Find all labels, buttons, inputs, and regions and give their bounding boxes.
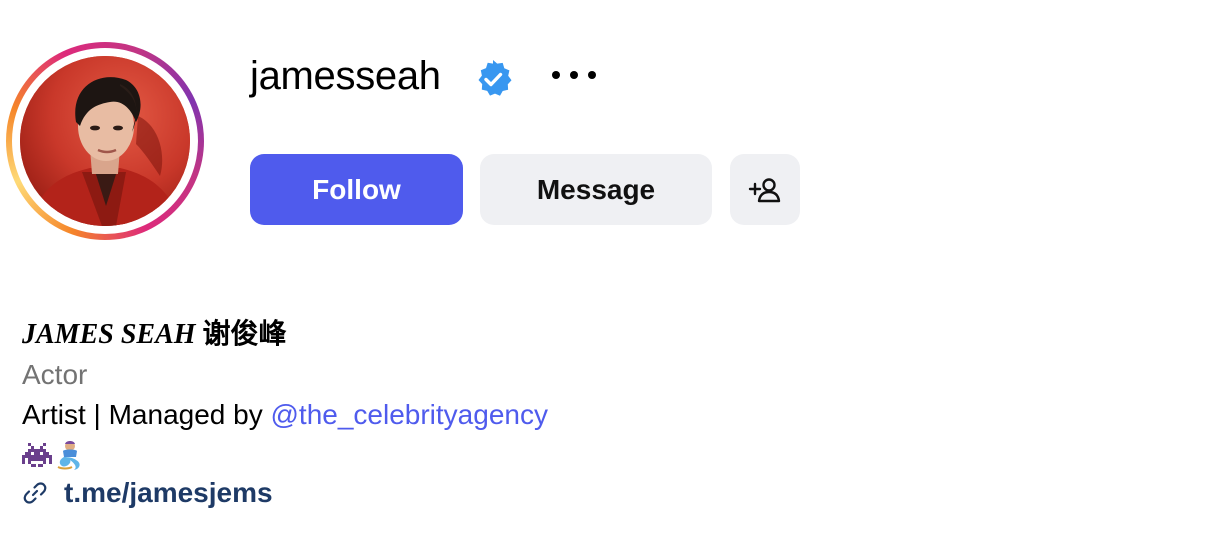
follow-button[interactable]: Follow (250, 154, 463, 225)
link-icon (23, 482, 47, 504)
bio-link-row: t.me/jamesjems (22, 473, 548, 513)
bio-external-link[interactable]: t.me/jamesjems (64, 473, 273, 513)
suggested-accounts-button[interactable] (730, 154, 800, 225)
message-button[interactable]: Message (480, 154, 712, 225)
bio-emoji-row (22, 435, 548, 475)
profile-username: jamesseah (250, 54, 441, 98)
bio-description: Artist | Managed by @the_celebrityagency (22, 395, 548, 435)
avatar[interactable] (20, 56, 190, 226)
alien-monster-emoji-icon (22, 443, 52, 467)
genie-emoji-icon (57, 441, 80, 470)
bio-name-latin: JAMES SEAH (22, 319, 196, 350)
profile-bio: JAMES SEAH 谢俊峰 Actor Artist | Managed by… (22, 314, 548, 513)
bio-name-chinese: 谢俊峰 (202, 317, 287, 350)
avatar-illustration (20, 56, 190, 226)
more-options-icon[interactable] (546, 60, 602, 90)
bio-display-name: JAMES SEAH 谢俊峰 (22, 314, 548, 355)
story-ring[interactable] (6, 42, 204, 240)
bio-mention-link[interactable]: @the_celebrityagency (271, 399, 548, 430)
bio-description-text: Artist | Managed by (22, 399, 271, 430)
bio-category: Actor (22, 359, 88, 390)
add-person-icon (748, 177, 781, 202)
verified-badge-icon (478, 60, 512, 96)
story-ring-gap (12, 48, 198, 234)
